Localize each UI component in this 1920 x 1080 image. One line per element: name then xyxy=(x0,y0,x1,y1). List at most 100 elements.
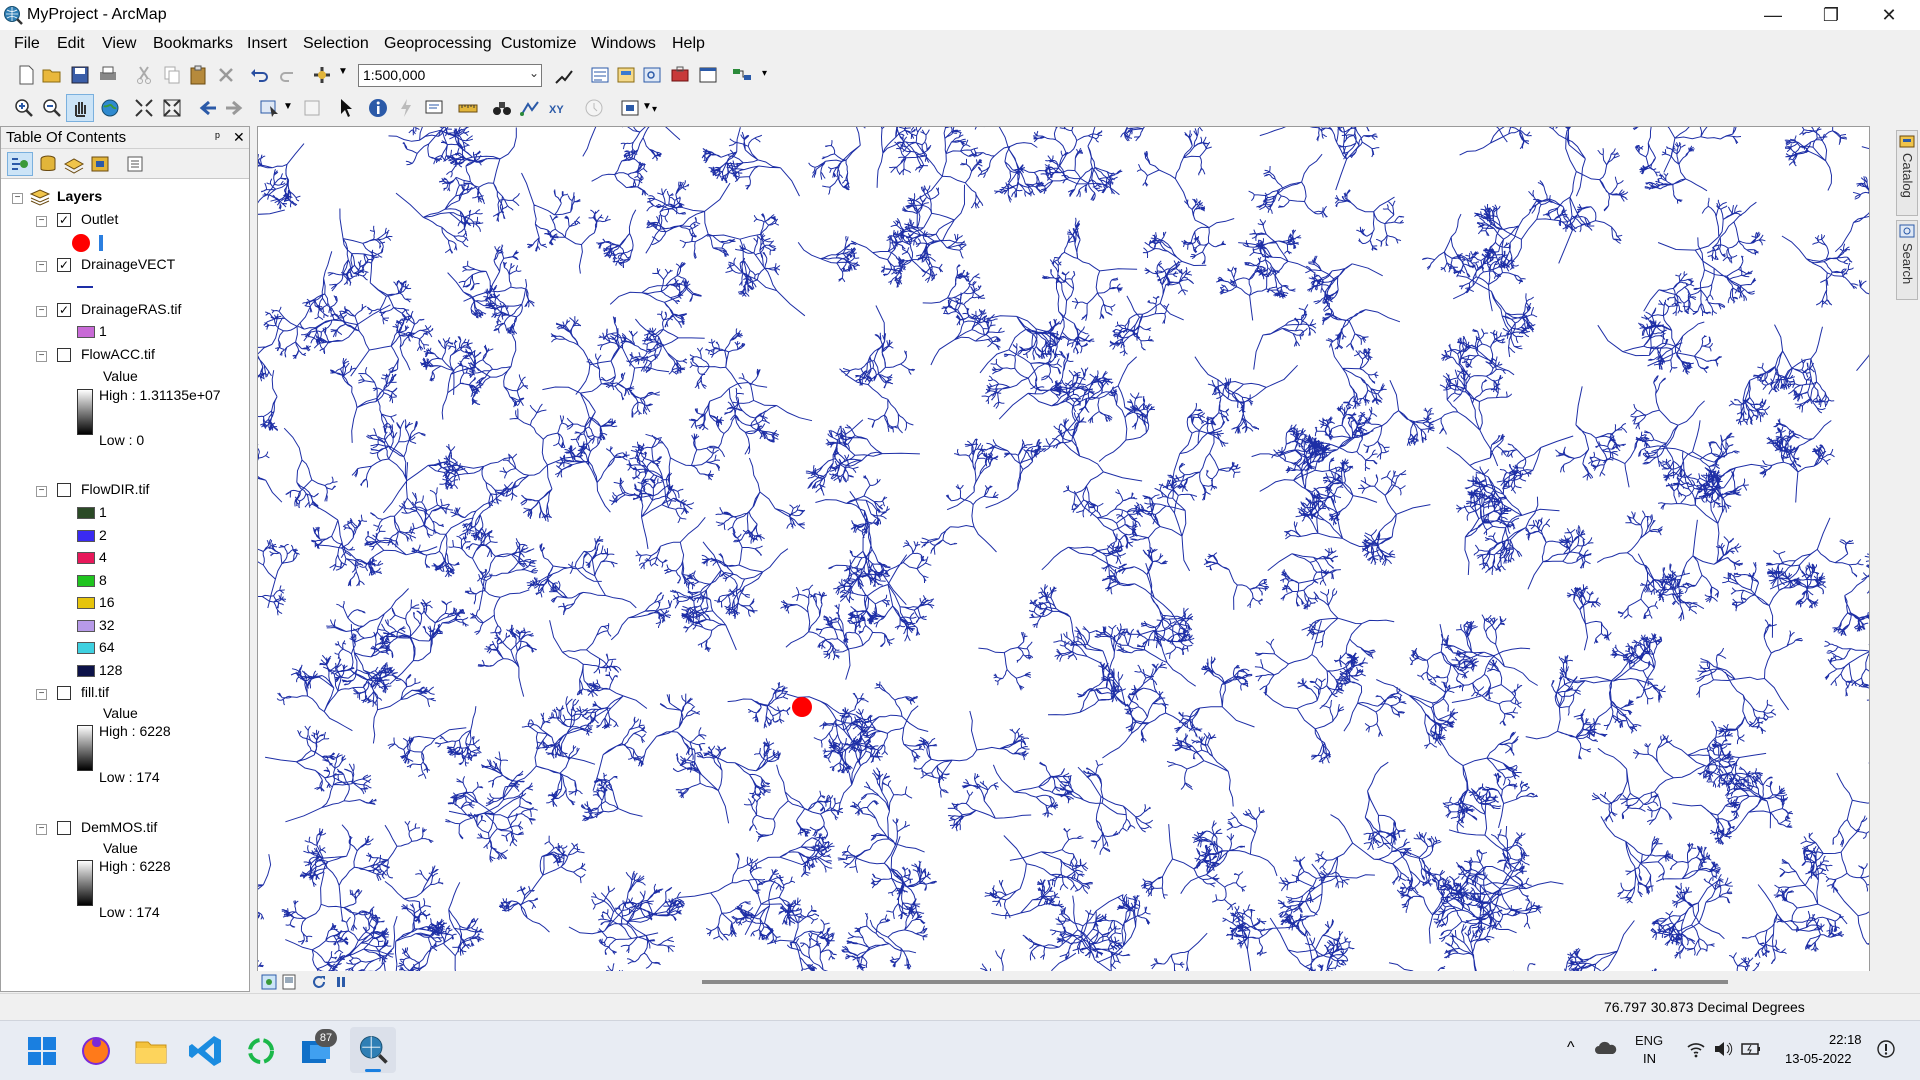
print-icon[interactable] xyxy=(96,63,120,87)
flowdir-collapse-toggle[interactable]: − xyxy=(36,486,47,497)
clock-date[interactable]: 13-05-2022 xyxy=(1785,1051,1852,1066)
add-data-icon[interactable] xyxy=(310,63,334,87)
chevron-down-icon[interactable]: ⌄ xyxy=(529,66,539,80)
close-button[interactable]: ✕ xyxy=(1860,0,1918,30)
python-window-icon[interactable] xyxy=(696,63,720,87)
pause-drawing-icon[interactable] xyxy=(333,974,349,990)
new-document-icon[interactable] xyxy=(14,63,38,87)
flowacc-collapse-toggle[interactable]: − xyxy=(36,351,47,362)
measure-icon[interactable] xyxy=(456,96,480,120)
list-by-drawing-order-button[interactable] xyxy=(7,152,33,176)
zoom-in-icon[interactable] xyxy=(12,96,36,120)
toc-close-icon[interactable]: ✕ xyxy=(233,129,245,146)
editor-toolbar-icon[interactable] xyxy=(552,63,576,87)
redo-icon[interactable] xyxy=(276,63,300,87)
drainagevect-visibility-checkbox[interactable]: ✓ xyxy=(57,258,71,272)
menu-selection[interactable]: Selection xyxy=(303,35,369,53)
data-view-icon[interactable] xyxy=(261,974,277,990)
fill-collapse-toggle[interactable]: − xyxy=(36,689,47,700)
restore-button[interactable]: ❐ xyxy=(1802,0,1860,30)
drainagevect-collapse-toggle[interactable]: − xyxy=(36,261,47,272)
search-side-tab[interactable]: Search xyxy=(1896,220,1918,300)
list-by-visibility-icon[interactable] xyxy=(63,154,85,174)
table-of-contents-icon[interactable] xyxy=(588,63,612,87)
refresh-icon[interactable] xyxy=(311,974,327,990)
flowdir-visibility-checkbox[interactable] xyxy=(57,483,71,497)
map-horizontal-scrollbar[interactable] xyxy=(702,980,1728,984)
paste-icon[interactable] xyxy=(186,63,210,87)
outlet-visibility-checkbox[interactable]: ✓ xyxy=(57,213,71,227)
clock-time[interactable]: 22:18 xyxy=(1829,1032,1862,1047)
windows-start-icon[interactable] xyxy=(22,1031,62,1071)
menu-customize[interactable]: Customize xyxy=(501,35,577,53)
catalog-side-tab[interactable]: Catalog xyxy=(1896,130,1918,216)
search-window-icon[interactable] xyxy=(640,63,664,87)
wifi-icon[interactable] xyxy=(1686,1040,1706,1058)
arctoolbox-icon[interactable] xyxy=(668,63,692,87)
select-elements-icon[interactable] xyxy=(334,96,358,120)
open-folder-icon[interactable] xyxy=(40,63,64,87)
go-back-arrow-icon[interactable] xyxy=(196,96,220,120)
fixed-zoom-out-icon[interactable] xyxy=(160,96,184,120)
hyperlink-icon[interactable] xyxy=(394,96,418,120)
identify-icon[interactable] xyxy=(366,96,390,120)
full-extent-globe-icon[interactable] xyxy=(98,96,122,120)
fill-visibility-checkbox[interactable] xyxy=(57,686,71,700)
fixed-zoom-in-icon[interactable] xyxy=(132,96,156,120)
volume-icon[interactable] xyxy=(1713,1040,1733,1058)
language-indicator[interactable]: ENG xyxy=(1635,1033,1663,1048)
find-route-icon[interactable] xyxy=(518,96,542,120)
undo-icon[interactable] xyxy=(248,63,272,87)
viewer-dropdown-icon[interactable]: ▼ xyxy=(642,101,652,112)
model-builder-icon[interactable] xyxy=(730,63,754,87)
catalog-window-icon[interactable] xyxy=(614,63,638,87)
layout-view-icon[interactable] xyxy=(281,974,297,990)
arcmap-taskbar-button[interactable] xyxy=(350,1027,396,1073)
select-dropdown-icon[interactable]: ▼ xyxy=(283,101,293,112)
clear-selection-icon[interactable] xyxy=(300,96,324,120)
battery-icon[interactable] xyxy=(1740,1040,1762,1058)
menu-windows[interactable]: Windows xyxy=(591,35,656,53)
time-slider-icon[interactable] xyxy=(582,96,606,120)
delete-icon[interactable] xyxy=(214,63,238,87)
tools-toolbar-options-icon[interactable]: ▾ xyxy=(652,104,657,115)
html-popup-icon[interactable] xyxy=(422,96,446,120)
drainageras-visibility-checkbox[interactable]: ✓ xyxy=(57,303,71,317)
cut-icon[interactable] xyxy=(132,63,156,87)
map-scale-combobox[interactable]: 1:500,000 ⌄ xyxy=(358,64,542,87)
list-by-source-icon[interactable] xyxy=(37,154,59,174)
outlet-point-marker[interactable] xyxy=(792,697,812,717)
menu-bookmarks[interactable]: Bookmarks xyxy=(153,35,233,53)
menu-edit[interactable]: Edit xyxy=(57,35,85,53)
pan-tool-button[interactable] xyxy=(66,94,94,122)
list-by-selection-icon[interactable] xyxy=(89,154,111,174)
firefox-icon[interactable] xyxy=(76,1031,116,1071)
outlet-collapse-toggle[interactable]: − xyxy=(36,216,47,227)
notification-icon[interactable] xyxy=(1876,1039,1896,1059)
file-explorer-icon[interactable] xyxy=(131,1031,171,1071)
save-icon[interactable] xyxy=(68,63,92,87)
sync-app-icon[interactable] xyxy=(241,1031,281,1071)
create-viewer-window-icon[interactable] xyxy=(618,96,642,120)
find-binoculars-icon[interactable] xyxy=(490,96,514,120)
add-data-dropdown-icon[interactable]: ▼ xyxy=(338,66,348,77)
select-features-icon[interactable] xyxy=(258,96,282,120)
menu-view[interactable]: View xyxy=(102,35,136,53)
toolbar-options-icon[interactable]: ▾ xyxy=(762,68,767,79)
flowacc-visibility-checkbox[interactable] xyxy=(57,348,71,362)
copy-icon[interactable] xyxy=(160,63,184,87)
minimize-button[interactable]: — xyxy=(1744,0,1802,30)
go-forward-arrow-icon[interactable] xyxy=(222,96,246,120)
map-display[interactable] xyxy=(257,126,1870,973)
menu-geoprocessing[interactable]: Geoprocessing xyxy=(384,35,492,53)
onedrive-cloud-icon[interactable] xyxy=(1594,1039,1618,1057)
menu-help[interactable]: Help xyxy=(672,35,705,53)
menu-insert[interactable]: Insert xyxy=(247,35,287,53)
drainageras-collapse-toggle[interactable]: − xyxy=(36,306,47,317)
vscode-icon[interactable] xyxy=(186,1031,226,1071)
tray-overflow-chevron-icon[interactable]: ^ xyxy=(1567,1039,1575,1057)
go-to-xy-icon[interactable]: XY xyxy=(546,96,570,120)
zoom-out-icon[interactable] xyxy=(40,96,64,120)
demmos-visibility-checkbox[interactable] xyxy=(57,821,71,835)
options-icon[interactable] xyxy=(125,154,145,174)
